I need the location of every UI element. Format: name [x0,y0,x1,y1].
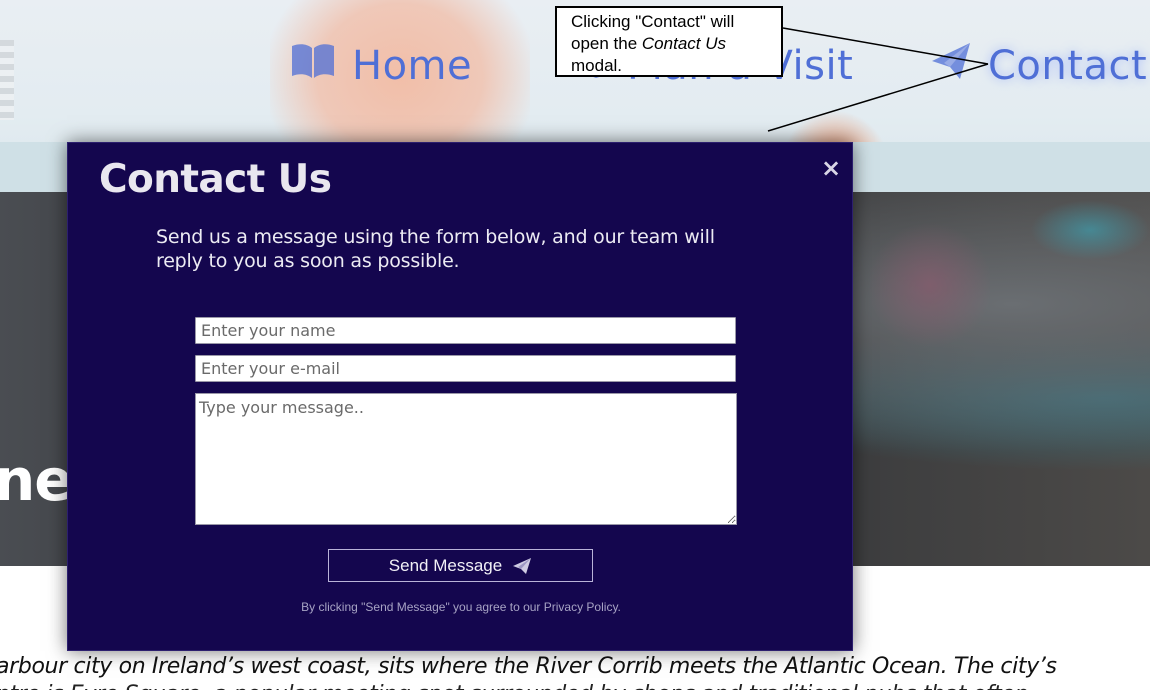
annotation-callout: Clicking "Contact" will open the Contact… [555,6,783,77]
intro-text-line-2: ntre is Eyre Square, a popular meeting s… [0,682,1150,690]
email-field[interactable] [195,355,736,382]
modal-title: Contact Us [99,157,332,202]
paper-plane-icon [512,557,532,575]
contact-modal: Contact Us × Send us a message using the… [67,142,853,651]
intro-text-line-1: arbour city on Ireland’s west coast, sit… [0,654,1057,679]
close-icon[interactable]: × [820,155,842,181]
annotation-text-after: modal. [571,56,623,75]
privacy-disclaimer: By clicking "Send Message" you agree to … [301,600,621,614]
modal-description: Send us a message using the form below, … [156,226,715,272]
hero-flag-graphic [1030,200,1150,260]
message-field[interactable] [195,393,737,525]
name-field[interactable] [195,317,736,344]
send-message-label: Send Message [388,555,503,575]
annotation-text-em: Contact Us [641,34,726,53]
send-message-button[interactable]: Send Message [328,549,593,582]
hero-flowers-graphic [870,210,990,360]
